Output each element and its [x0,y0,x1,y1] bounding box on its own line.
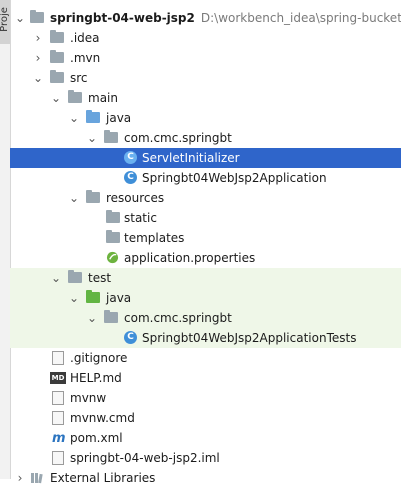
folder-icon [68,90,82,103]
tree-row-help-md[interactable]: MD HELP.md [10,368,401,388]
tree-row-resources[interactable]: ⌄ resources [10,188,401,208]
tree-label-resources: resources [106,191,165,205]
chevron-right-icon[interactable]: › [32,28,44,48]
tree-label-application-properties: application.properties [124,251,256,265]
tree-label-mvn: .mvn [70,51,101,65]
project-path: D:\workbench_idea\spring-bucket\sp [200,11,401,25]
tree-label-static: static [124,211,157,225]
file-icon [52,391,64,405]
folder-icon [50,50,64,63]
resources-folder-icon [86,190,100,203]
tree-label-src: src [70,71,88,85]
folder-icon [50,30,64,43]
tree-row-static[interactable]: static [10,208,401,228]
chevron-down-icon[interactable]: ⌄ [50,88,62,108]
tree-label-application: Springbt04WebJsp2Application [142,171,327,185]
tree-label-application-tests: Springbt04WebJsp2ApplicationTests [142,331,357,345]
module-folder-icon [30,10,44,23]
package-icon [104,130,118,143]
maven-icon: m [52,431,66,446]
tree-label-external-libraries: External Libraries [50,471,156,485]
tree-row-src[interactable]: ⌄ src [10,68,401,88]
spring-boot-class-icon: C [124,171,137,184]
tree-row-test-package[interactable]: ⌄ com.cmc.springbt [10,308,401,328]
chevron-right-icon[interactable]: › [14,468,26,488]
tree-label-templates: templates [124,231,185,245]
class-icon: C [124,151,137,164]
file-icon [52,351,64,365]
chevron-down-icon[interactable]: ⌄ [86,308,98,328]
test-class-icon: C [124,331,137,344]
tree-row-project-root[interactable]: ⌄ springbt-04-web-jsp2 D:\workbench_idea\… [10,8,401,28]
chevron-right-icon[interactable]: › [32,48,44,68]
file-icon [52,411,64,425]
tree-label-test-java: java [106,291,132,305]
spring-properties-icon [106,251,119,264]
tree-row-application-tests[interactable]: C Springbt04WebJsp2ApplicationTests [10,328,401,348]
libraries-icon [31,473,43,484]
tree-label-idea: .idea [70,31,100,45]
tree-label-pom: pom.xml [70,431,123,445]
tree-label-mvnw: mvnw [70,391,107,405]
project-tool-tab[interactable]: Proje [0,0,10,44]
tree-row-main[interactable]: ⌄ main [10,88,401,108]
tree-row-test-java[interactable]: ⌄ java [10,288,401,308]
tree-row-pom[interactable]: m pom.xml [10,428,401,448]
tree-label-main: main [88,91,118,105]
folder-icon [68,270,82,283]
folder-icon [50,70,64,83]
tree-row-gitignore[interactable]: .gitignore [10,348,401,368]
tree-label-test-package: com.cmc.springbt [124,311,232,325]
chevron-down-icon[interactable]: ⌄ [32,68,44,88]
tree-row-application[interactable]: C Springbt04WebJsp2Application [10,168,401,188]
markdown-icon: MD [50,372,66,384]
package-icon [104,310,118,323]
tree-row-application-properties[interactable]: application.properties [10,248,401,268]
chevron-down-icon[interactable]: ⌄ [68,108,80,128]
tree-label-servlet-initializer: ServletInitializer [142,151,240,165]
tree-row-java[interactable]: ⌄ java [10,108,401,128]
tree-row-mvn[interactable]: › .mvn [10,48,401,68]
tree-label-package: com.cmc.springbt [124,131,232,145]
chevron-down-icon[interactable]: ⌄ [50,268,62,288]
chevron-down-icon[interactable]: ⌄ [68,188,80,208]
tree-row-templates[interactable]: templates [10,228,401,248]
tree-label-java: java [106,111,132,125]
folder-icon [106,210,120,223]
chevron-down-icon[interactable]: ⌄ [68,288,80,308]
tree-label-gitignore: .gitignore [70,351,128,365]
test-source-folder-icon [86,290,100,303]
tree-label-iml: springbt-04-web-jsp2.iml [70,451,220,465]
tree-label-test: test [88,271,112,285]
project-tool-tab-label: Proje [0,7,10,32]
chevron-down-icon[interactable]: ⌄ [86,128,98,148]
tree-row-test[interactable]: ⌄ test [10,268,401,288]
tree-label-help-md: HELP.md [70,371,122,385]
tree-row-idea[interactable]: › .idea [10,28,401,48]
tree-row-mvnw-cmd[interactable]: mvnw.cmd [10,408,401,428]
tree-row-external-libraries[interactable]: › External Libraries [10,468,401,488]
tree-row-mvnw[interactable]: mvnw [10,388,401,408]
tree-row-servlet-initializer[interactable]: C ServletInitializer [10,148,401,168]
source-folder-icon [86,110,100,123]
tree-row-package[interactable]: ⌄ com.cmc.springbt [10,128,401,148]
tree-row-iml[interactable]: springbt-04-web-jsp2.iml [10,448,401,468]
tree-label-mvnw-cmd: mvnw.cmd [70,411,135,425]
folder-icon [106,230,120,243]
module-file-icon [52,451,64,465]
project-name: springbt-04-web-jsp2 [50,11,195,25]
project-tree: ⌄ springbt-04-web-jsp2 D:\workbench_idea\… [10,8,401,488]
chevron-down-icon[interactable]: ⌄ [14,8,26,28]
